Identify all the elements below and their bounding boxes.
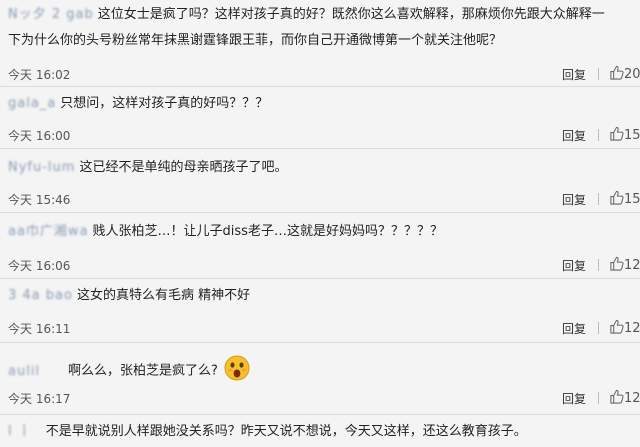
comment-text: 这女的真特么有毛病 精神不好 xyxy=(76,288,251,303)
comment-divider xyxy=(0,148,640,149)
reply-button[interactable]: 回复 xyxy=(562,320,586,337)
action-separator xyxy=(598,259,599,271)
username[interactable]: Nyfu-lum xyxy=(8,159,75,177)
username[interactable]: 3 4a bao xyxy=(8,287,73,305)
like-count: 20 xyxy=(624,67,640,82)
comment-line: aa巾广湘wa 贱人张柏芝…！让儿子diss老子…这就是好妈妈吗？？？？？ xyxy=(8,223,443,241)
like-button[interactable]: 12 xyxy=(609,256,640,273)
comment-line: Nyfu-lum 这已经不是单纯的母亲晒孩子了吧。 xyxy=(8,159,287,177)
thumbs-up-icon xyxy=(609,319,624,336)
username[interactable]: aulil xyxy=(8,363,40,381)
like-button[interactable]: 12 xyxy=(609,389,640,406)
comment-line: aulil 啊么么，张柏芝是疯了么? xyxy=(8,355,250,387)
reply-button[interactable]: 回复 xyxy=(562,257,586,274)
comment-text: 这已经不是单纯的母亲晒孩子了吧。 xyxy=(79,160,288,175)
action-separator xyxy=(598,193,599,205)
comment-line: gala_a 只想问，这样对孩子真的好吗？？？ xyxy=(8,95,268,113)
username[interactable]: l 丨 xyxy=(8,423,32,441)
timestamp: 今天 16:02 xyxy=(8,68,71,82)
comment-divider xyxy=(0,212,640,213)
reply-button[interactable]: 回复 xyxy=(562,127,586,144)
like-count: 15 xyxy=(624,128,640,143)
reply-button[interactable]: 回复 xyxy=(562,191,586,208)
action-separator xyxy=(598,392,599,404)
like-count: 12 xyxy=(624,258,640,273)
comment-line: l 丨 不是早就说别人样跟她没关系吗？昨天又说不想说，今天又这样，还这么教育孩子… xyxy=(8,423,527,441)
action-separator xyxy=(598,68,599,80)
timestamp: 今天 16:06 xyxy=(8,259,71,273)
comment-line: 3 4a bao 这女的真特么有毛病 精神不好 xyxy=(8,287,250,305)
comment-line: Nッ夕 2 gab 这位女士是疯了吗？这样对孩子真的好？既然你这么喜欢解释，那麻烦… xyxy=(8,6,605,24)
timestamp: 今天 16:11 xyxy=(8,322,71,336)
timestamp: 今天 15:46 xyxy=(8,193,71,207)
like-button[interactable]: 15 xyxy=(609,126,640,143)
comment-divider xyxy=(0,414,640,415)
comment-divider xyxy=(0,342,640,343)
comment-text-continued: 下为什么你的头号粉丝常年抹黑谢霆锋跟王菲，而你自己开通微博第一个就关注他呢？ xyxy=(8,33,503,48)
like-button[interactable]: 15 xyxy=(609,190,640,207)
comment-divider xyxy=(0,86,640,87)
comment-text: 啊么么，张柏芝是疯了么? xyxy=(68,363,218,379)
thumbs-up-icon xyxy=(609,190,624,207)
thumbs-up-icon xyxy=(609,389,624,406)
like-count: 15 xyxy=(624,192,640,207)
thumbs-up-icon xyxy=(609,126,624,143)
username[interactable]: gala_a xyxy=(8,95,56,113)
timestamp: 今天 16:17 xyxy=(8,392,71,406)
action-separator xyxy=(598,322,599,334)
like-button[interactable]: 12 xyxy=(609,319,640,336)
like-count: 12 xyxy=(624,321,640,336)
like-button[interactable]: 20 xyxy=(609,65,640,82)
username[interactable]: Nッ夕 2 gab xyxy=(8,6,94,24)
action-separator xyxy=(598,129,599,141)
comment-text: 这位女士是疯了吗？这样对孩子真的好？既然你这么喜欢解释，那麻烦你先跟大众解释一 xyxy=(97,7,605,22)
like-count: 12 xyxy=(624,391,640,406)
thumbs-up-icon xyxy=(609,256,624,273)
reply-button[interactable]: 回复 xyxy=(562,66,586,83)
comment-text: 贱人张柏芝…！让儿子diss老子…这就是好妈妈吗？？？？？ xyxy=(92,224,443,239)
timestamp: 今天 16:00 xyxy=(8,129,71,143)
comment-feed: Nッ夕 2 gab 这位女士是疯了吗？这样对孩子真的好？既然你这么喜欢解释，那麻烦… xyxy=(0,0,640,447)
thumbs-up-icon xyxy=(609,65,624,82)
comment-divider xyxy=(0,278,640,279)
surprised-face-icon xyxy=(224,355,250,387)
reply-button[interactable]: 回复 xyxy=(562,390,586,407)
comment-text: 只想问，这样对孩子真的好吗？？？ xyxy=(60,96,269,111)
comment-text: 不是早就说别人样跟她没关系吗？昨天又说不想说，今天又这样，还这么教育孩子。 xyxy=(45,424,527,439)
username[interactable]: aa巾广湘wa xyxy=(8,223,89,241)
